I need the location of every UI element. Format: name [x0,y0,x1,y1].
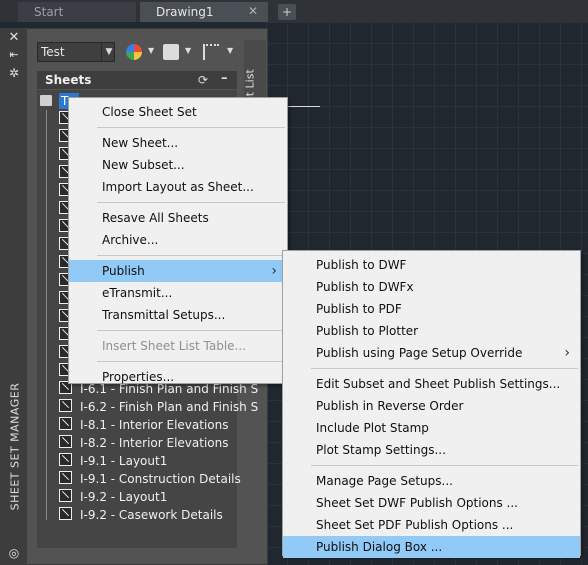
menu-item-label: Archive... [102,233,159,247]
menu-item-label: eTransmit... [102,286,173,300]
menu-item-label: Sheet Set PDF Publish Options ... [316,518,514,532]
menu-item-resave-all-sheets[interactable]: Resave All Sheets [69,207,287,229]
sheet-icon [59,399,72,412]
menu-separator [97,361,285,362]
menu-item-plot-stamp-settings[interactable]: Plot Stamp Settings... [283,439,580,461]
chevron-down-icon[interactable]: ▼ [227,46,233,55]
menu-item-label: Publish to Plotter [316,324,419,338]
menu-item-new-sheet[interactable]: New Sheet... [69,132,287,154]
menu-item-insert-sheet-list-table: Insert Sheet List Table... [69,335,287,357]
menu-item-publish-to-pdf[interactable]: Publish to PDF [283,298,580,320]
menu-item-label: Insert Sheet List Table... [102,339,247,353]
menu-item-manage-page-setups[interactable]: Manage Page Setups... [283,470,580,492]
sheet-label: I-9.1 - Construction Details [80,472,241,486]
sheet-selections-icon[interactable] [203,44,219,60]
sheet-row[interactable]: I-9.2 - Casework Details [45,506,223,524]
menu-item-etransmit[interactable]: eTransmit... [69,282,287,304]
chevron-down-icon[interactable]: ▼ [185,46,191,55]
menu-item-transmittal-setups[interactable]: Transmittal Setups... [69,304,287,326]
refresh-icon[interactable]: ⟳ [198,73,208,87]
sheet-icon [59,507,72,520]
menu-item-publish-to-dwf[interactable]: Publish to DWF [283,254,580,276]
new-tab-button[interactable]: + [278,4,296,20]
menu-item-label: Import Layout as Sheet... [102,180,254,194]
sheet-label: I-6.2 - Finish Plan and Finish S [80,400,259,414]
menu-item-label: Publish to PDF [316,302,402,316]
sheet-label: I-8.1 - Interior Elevations [80,418,229,432]
chevron-right-icon: › [271,263,277,279]
publish-submenu: Publish to DWF Publish to DWFx Publish to … [282,250,581,558]
chevron-down-icon[interactable]: ▼ [148,46,154,55]
sheet-label: I-9.1 - Layout1 [80,454,168,468]
menu-item-sheet-set-pdf-publish-options[interactable]: Sheet Set PDF Publish Options ... [283,514,580,536]
menu-item-publish[interactable]: Publish › [69,260,287,282]
menu-item-label: New Subset... [102,158,185,172]
menu-item-label: Publish Dialog Box ... [316,540,443,554]
menu-item-edit-subset-and-sheet-publish-settings[interactable]: Edit Subset and Sheet Publish Settings..… [283,373,580,395]
sheet-row[interactable]: I-6.2 - Finish Plan and Finish S [45,398,258,416]
menu-item-properties[interactable]: Properties... [69,366,287,388]
menu-separator [97,330,285,331]
menu-item-label: Properties... [102,370,175,384]
plot-icon[interactable] [163,44,179,60]
tab-start[interactable]: Start [18,2,136,22]
menu-separator [97,202,285,203]
sheet-label: I-9.2 - Casework Details [80,508,223,522]
close-tab-icon[interactable]: ✕ [248,4,258,18]
menu-item-publish-dialog-box[interactable]: Publish Dialog Box ... [283,536,580,558]
sheet-set-icon [40,95,52,106]
sheet-icon [59,471,72,484]
menu-item-sheet-set-dwf-publish-options[interactable]: Sheet Set DWF Publish Options ... [283,492,580,514]
menu-item-publish-to-dwfx[interactable]: Publish to DWFx [283,276,580,298]
sheet-row[interactable]: I-8.1 - Interior Elevations [45,416,229,434]
menu-separator [311,368,578,369]
menu-item-publish-using-page-setup-override[interactable]: Publish using Page Setup Override › [283,342,580,364]
publish-icon[interactable] [126,44,142,60]
menu-item-close-sheet-set[interactable]: Close Sheet Set [69,101,287,123]
menu-item-label: Publish in Reverse Order [316,399,464,413]
menu-item-label: Sheet Set DWF Publish Options ... [316,496,518,510]
menu-item-label: Publish using Page Setup Override [316,346,523,360]
sheet-icon [59,489,72,502]
menu-item-archive[interactable]: Archive... [69,229,287,251]
sheet-label: I-9.2 - Layout1 [80,490,168,504]
menu-separator [311,465,578,466]
palette-title: SHEET SET MANAGER [8,382,22,511]
menu-item-label: Publish [102,264,145,278]
sheet-set-context-menu: Close Sheet Set New Sheet... New Subset...… [68,97,288,384]
sheet-icon [59,417,72,430]
menu-item-label: Plot Stamp Settings... [316,443,446,457]
properties-icon[interactable]: ✲ [7,66,21,80]
menu-item-label: Resave All Sheets [102,211,209,225]
autohide-icon[interactable]: ⇤ [7,48,21,61]
menu-item-import-layout-as-sheet[interactable]: Import Layout as Sheet... [69,176,287,198]
sheet-icon [59,435,72,448]
menu-item-publish-to-plotter[interactable]: Publish to Plotter [283,320,580,342]
sheet-icon [59,453,72,466]
chevron-down-icon[interactable]: ▼ [101,42,116,62]
menu-item-label: Publish to DWF [316,258,407,272]
sheet-row[interactable]: I-9.1 - Layout1 [45,452,167,470]
collapse-icon[interactable]: – [221,71,228,86]
menu-item-new-subset[interactable]: New Subset... [69,154,287,176]
sheet-label: I-8.2 - Interior Elevations [80,436,229,450]
close-palette-icon[interactable]: ✕ [7,30,21,45]
sheet-row[interactable]: I-8.2 - Interior Elevations [45,434,229,452]
menu-separator [97,255,285,256]
sheet-row[interactable]: I-9.2 - Layout1 [45,488,167,506]
menu-item-label: Transmittal Setups... [102,308,226,322]
menu-separator [97,127,285,128]
menu-item-label: Close Sheet Set [102,105,197,119]
palette-app-icon: ◎ [8,546,20,560]
sheet-row[interactable]: I-9.1 - Construction Details [45,470,241,488]
menu-item-publish-in-reverse-order[interactable]: Publish in Reverse Order [283,395,580,417]
menu-item-label: Publish to DWFx [316,280,414,294]
menu-item-label: Manage Page Setups... [316,474,453,488]
menu-item-label: Include Plot Stamp [316,421,429,435]
menu-item-label: Edit Subset and Sheet Publish Settings..… [316,377,561,391]
menu-item-include-plot-stamp[interactable]: Include Plot Stamp [283,417,580,439]
chevron-right-icon: › [564,345,570,361]
menu-item-label: New Sheet... [102,136,179,150]
